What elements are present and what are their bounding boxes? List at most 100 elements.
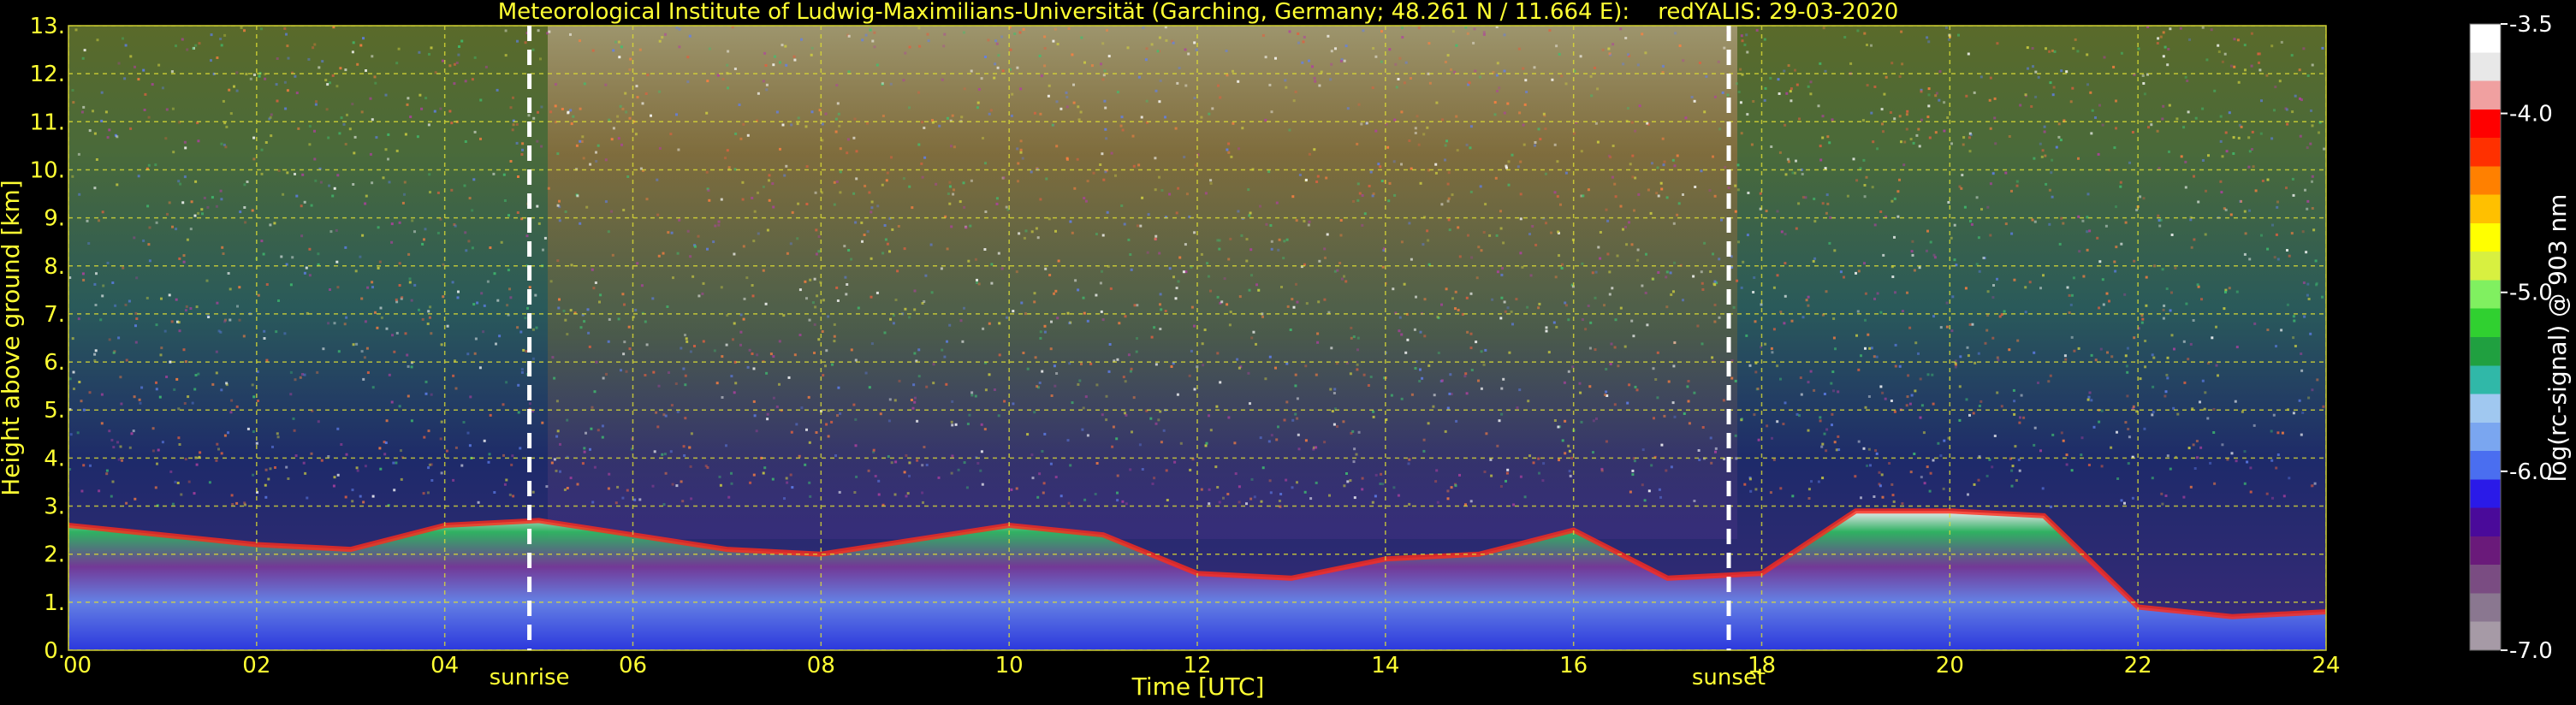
- noise-speck: [566, 418, 569, 422]
- noise-speck: [2152, 385, 2155, 388]
- noise-speck: [294, 454, 298, 458]
- noise-speck: [1066, 311, 1070, 315]
- noise-speck: [1713, 280, 1717, 283]
- noise-speck: [879, 412, 882, 416]
- noise-speck: [733, 322, 736, 325]
- noise-speck: [1534, 144, 1536, 147]
- noise-speck: [2311, 388, 2314, 392]
- noise-speck: [921, 121, 924, 124]
- noise-speck: [870, 295, 873, 299]
- noise-speck: [100, 91, 104, 94]
- noise-speck: [1779, 311, 1783, 314]
- noise-speck: [252, 473, 255, 477]
- noise-speck: [1784, 262, 1787, 265]
- noise-speck: [351, 50, 354, 54]
- noise-speck: [1688, 422, 1691, 425]
- noise-speck: [395, 298, 398, 301]
- noise-speck: [1388, 48, 1392, 51]
- noise-speck: [993, 388, 996, 391]
- noise-speck: [2249, 490, 2253, 494]
- noise-speck: [1055, 100, 1059, 104]
- noise-speck: [496, 88, 499, 92]
- noise-speck: [1807, 488, 1811, 491]
- noise-speck: [1130, 268, 1133, 271]
- noise-speck: [1222, 496, 1225, 500]
- noise-speck: [674, 382, 678, 385]
- noise-speck: [1124, 380, 1127, 383]
- noise-speck: [1485, 432, 1488, 435]
- noise-speck: [1991, 296, 1995, 299]
- noise-speck: [1809, 92, 1813, 96]
- noise-speck: [2275, 233, 2278, 236]
- noise-speck: [478, 366, 482, 370]
- noise-speck: [1662, 163, 1665, 167]
- noise-speck: [582, 157, 585, 160]
- noise-speck: [354, 270, 358, 273]
- noise-speck: [2013, 400, 2016, 403]
- noise-speck: [753, 414, 757, 418]
- noise-speck: [1854, 475, 1857, 478]
- noise-speck: [1479, 185, 1482, 188]
- noise-speck: [1219, 96, 1222, 99]
- noise-speck: [413, 283, 417, 287]
- noise-speck: [170, 320, 174, 323]
- noise-speck: [397, 47, 401, 50]
- noise-speck: [2163, 394, 2167, 398]
- noise-speck: [134, 324, 137, 328]
- noise-speck: [94, 349, 98, 352]
- noise-speck: [1465, 143, 1469, 146]
- noise-speck: [1967, 354, 1970, 358]
- noise-speck: [82, 278, 86, 281]
- noise-speck: [1285, 478, 1288, 482]
- noise-speck: [289, 370, 293, 374]
- noise-speck: [1174, 297, 1178, 300]
- noise-speck: [1500, 296, 1504, 299]
- noise-speck: [1917, 127, 1920, 131]
- noise-speck: [1073, 187, 1077, 190]
- noise-speck: [2015, 180, 2019, 183]
- noise-speck: [1740, 286, 1743, 289]
- noise-speck: [645, 343, 649, 347]
- noise-speck: [1755, 28, 1759, 32]
- noise-speck: [864, 184, 867, 187]
- noise-speck: [1330, 62, 1333, 66]
- noise-speck: [536, 139, 539, 143]
- noise-speck: [810, 110, 814, 114]
- noise-speck: [328, 184, 331, 187]
- noise-speck: [768, 198, 771, 202]
- noise-speck: [151, 83, 154, 86]
- noise-speck: [824, 112, 828, 116]
- noise-speck: [651, 297, 655, 300]
- noise-speck: [1275, 201, 1279, 204]
- noise-speck: [1116, 358, 1119, 361]
- noise-speck: [356, 62, 359, 66]
- noise-speck: [2162, 308, 2165, 311]
- noise-speck: [2244, 68, 2247, 72]
- noise-speck: [937, 476, 941, 479]
- noise-speck: [1017, 162, 1020, 165]
- noise-speck: [332, 484, 335, 488]
- noise-speck: [1106, 210, 1109, 214]
- noise-speck: [888, 398, 892, 401]
- noise-speck: [1863, 262, 1866, 265]
- noise-speck: [193, 214, 197, 217]
- noise-speck: [1682, 299, 1684, 302]
- noise-speck: [147, 163, 151, 167]
- noise-speck: [1880, 108, 1884, 111]
- noise-speck: [1611, 145, 1615, 147]
- noise-speck: [1444, 144, 1447, 147]
- noise-speck: [173, 388, 176, 391]
- noise-speck: [1340, 277, 1344, 281]
- noise-speck: [345, 316, 348, 319]
- noise-speck: [1918, 145, 1921, 148]
- noise-speck: [833, 335, 836, 338]
- noise-speck: [1043, 432, 1047, 435]
- noise-speck: [627, 325, 631, 329]
- noise-speck: [2228, 287, 2231, 290]
- noise-speck: [1992, 284, 1995, 287]
- noise-speck: [791, 486, 794, 489]
- noise-speck: [1580, 420, 1583, 424]
- noise-speck: [395, 62, 399, 65]
- noise-speck: [1503, 300, 1506, 304]
- noise-speck: [2151, 477, 2154, 480]
